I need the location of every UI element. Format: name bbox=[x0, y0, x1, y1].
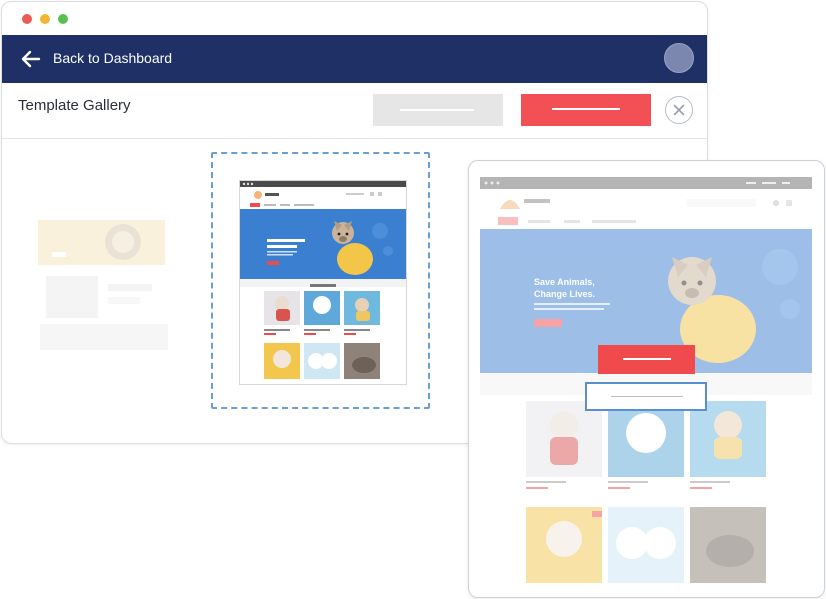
button-label-placeholder bbox=[623, 358, 671, 360]
pet-store-template-illustration bbox=[240, 181, 406, 379]
button-label-placeholder bbox=[611, 396, 683, 397]
back-arrow-icon[interactable] bbox=[19, 47, 43, 71]
button-label-placeholder bbox=[400, 109, 474, 111]
app-header: Back to Dashboard bbox=[2, 35, 707, 83]
template-thumbnail-faded[interactable] bbox=[38, 220, 168, 350]
preview-hero-title-line1: Save Animals, bbox=[534, 277, 595, 287]
header-divider bbox=[2, 138, 707, 139]
preview-secondary-button[interactable] bbox=[585, 382, 707, 411]
window-minimize-dot[interactable] bbox=[40, 14, 50, 24]
secondary-action-button[interactable] bbox=[373, 94, 503, 126]
selected-template-card[interactable] bbox=[211, 152, 430, 409]
close-button[interactable] bbox=[665, 96, 693, 124]
template-preview-window: Save Animals, Change Lives. bbox=[468, 160, 825, 598]
window-maximize-dot[interactable] bbox=[58, 14, 68, 24]
close-icon bbox=[673, 104, 685, 116]
back-to-dashboard-link[interactable]: Back to Dashboard bbox=[53, 49, 172, 67]
page-title: Template Gallery bbox=[18, 97, 131, 114]
window-close-dot[interactable] bbox=[22, 14, 32, 24]
preview-hero-title-line2: Change Lives. bbox=[534, 289, 595, 299]
user-avatar[interactable] bbox=[664, 43, 694, 73]
template-preview-thumbnail bbox=[239, 180, 407, 385]
button-label-placeholder bbox=[552, 108, 620, 110]
window-controls bbox=[22, 14, 68, 24]
primary-action-button[interactable] bbox=[521, 94, 651, 126]
preview-primary-button[interactable] bbox=[598, 345, 695, 374]
